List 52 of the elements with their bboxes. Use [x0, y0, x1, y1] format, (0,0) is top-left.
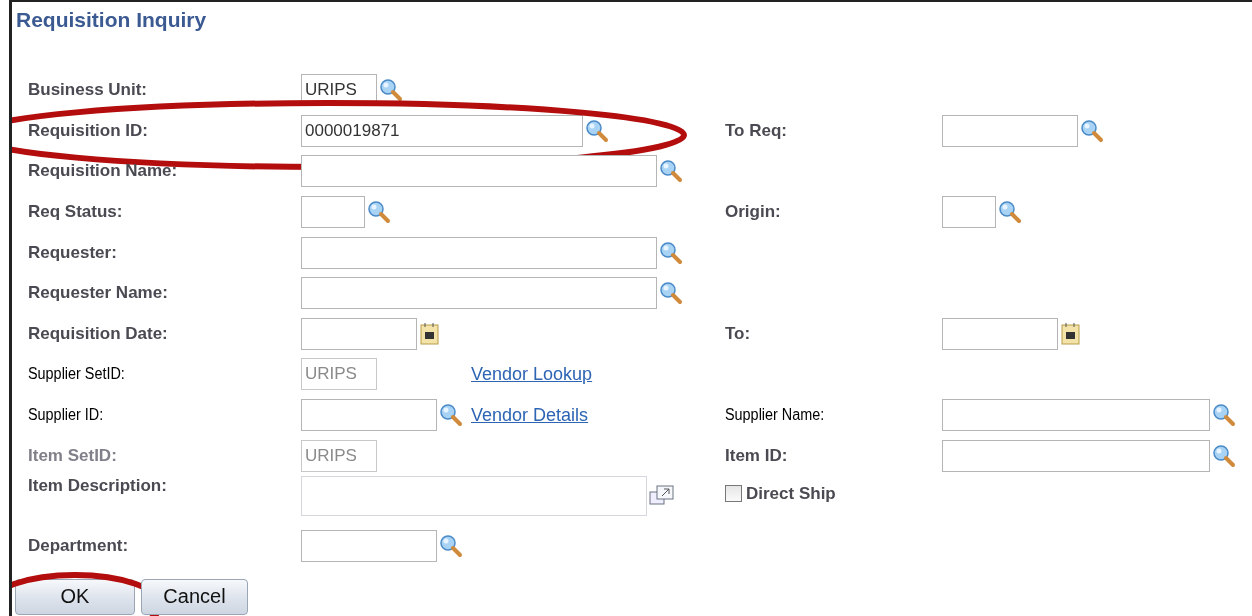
- input-field[interactable]: [942, 399, 1210, 432]
- expand-icon[interactable]: [649, 483, 675, 508]
- search-icon[interactable]: [439, 534, 463, 559]
- input-field[interactable]: [301, 196, 365, 229]
- search-icon[interactable]: [585, 118, 609, 143]
- field-label: Supplier SetID:: [28, 365, 125, 384]
- cancel-button[interactable]: Cancel: [141, 578, 248, 615]
- field-label: Requisition ID:: [28, 120, 148, 141]
- search-icon[interactable]: [659, 281, 683, 306]
- field-label: Req Status:: [28, 202, 123, 223]
- search-icon[interactable]: [379, 78, 403, 103]
- input-field[interactable]: [301, 399, 437, 432]
- field-label: To Req:: [725, 120, 787, 141]
- input-field[interactable]: [301, 236, 657, 269]
- vendor-link[interactable]: Vendor Details: [471, 404, 589, 426]
- search-icon[interactable]: [1212, 443, 1236, 468]
- field-label: Item Description:: [28, 475, 167, 496]
- checkbox-label: Direct Ship: [746, 483, 836, 504]
- field-label: Requisition Name:: [28, 161, 178, 182]
- vendor-link[interactable]: Vendor Lookup: [471, 363, 593, 385]
- input-field[interactable]: [942, 439, 1210, 472]
- input-field[interactable]: [301, 155, 657, 188]
- input-field[interactable]: [301, 317, 417, 350]
- field-label: Origin:: [725, 202, 781, 223]
- checkbox[interactable]: [725, 485, 742, 503]
- field-label: Requester Name:: [28, 283, 168, 304]
- ok-button[interactable]: OK: [15, 578, 135, 615]
- field-label: Supplier ID:: [28, 406, 104, 425]
- input-field[interactable]: 0000019871: [301, 114, 583, 147]
- field-label: Business Unit:: [28, 80, 148, 101]
- search-icon[interactable]: [998, 200, 1022, 225]
- input-field[interactable]: [942, 196, 996, 229]
- search-icon[interactable]: [439, 403, 463, 428]
- input-field[interactable]: [942, 114, 1078, 147]
- search-icon[interactable]: [659, 159, 683, 184]
- field-label: Requester:: [28, 242, 117, 263]
- input-field[interactable]: [942, 317, 1058, 350]
- page-title: Requisition Inquiry: [15, 7, 208, 33]
- search-icon[interactable]: [1212, 403, 1236, 428]
- field-label: Supplier Name:: [725, 406, 825, 425]
- search-icon[interactable]: [659, 240, 683, 265]
- field-label: Requisition Date:: [28, 323, 168, 344]
- input-field[interactable]: [301, 277, 657, 310]
- input-field[interactable]: [301, 530, 437, 563]
- search-icon[interactable]: [1080, 118, 1104, 143]
- field-label: Department:: [28, 536, 129, 557]
- search-icon[interactable]: [367, 200, 391, 225]
- field-label: To:: [725, 323, 751, 344]
- calendar-icon[interactable]: [1060, 321, 1082, 346]
- calendar-icon[interactable]: [419, 321, 441, 346]
- field-label: Item SetID:: [28, 445, 117, 466]
- field-label: Item ID:: [725, 445, 788, 466]
